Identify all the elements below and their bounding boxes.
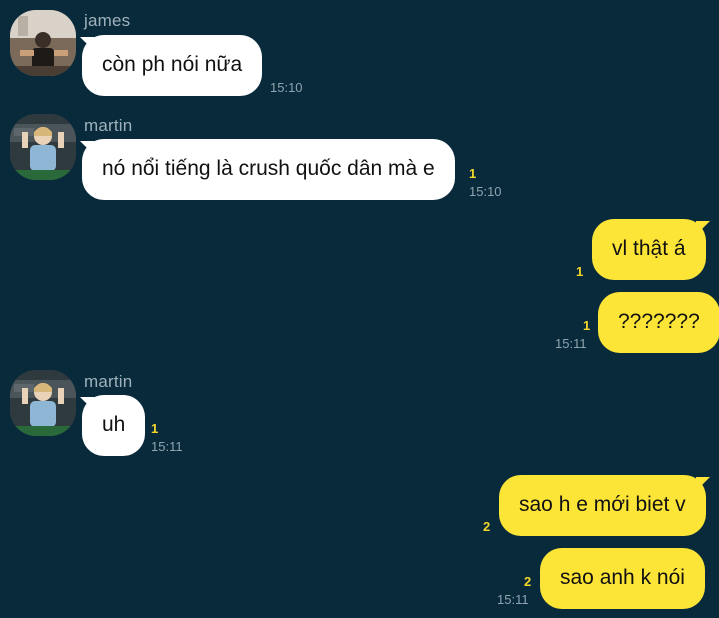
sender-name: james <box>84 11 131 30</box>
avatar-martin[interactable] <box>10 370 76 436</box>
sender-name: martin <box>84 372 133 391</box>
bubble-tail <box>696 221 710 235</box>
unread-count: 2 <box>483 519 491 534</box>
message-time: 15:11 <box>497 592 529 607</box>
unread-count: 1 <box>469 166 477 181</box>
message-bubble[interactable]: còn ph nói nữa <box>82 35 263 96</box>
unread-count: 2 <box>524 574 532 589</box>
message-time: 15:11 <box>555 336 587 351</box>
unread-count: 1 <box>151 421 159 436</box>
message-bubble[interactable]: uh <box>82 395 146 456</box>
unread-count: 1 <box>576 264 584 279</box>
chat-thread: james còn ph nói nữa 15:10 martin nó nổi… <box>0 0 719 618</box>
message-bubble[interactable]: ??????? <box>598 292 719 353</box>
message-bubble[interactable]: sao h e mới biet v <box>499 475 706 536</box>
avatar-martin[interactable] <box>10 114 76 180</box>
message-time: 15:11 <box>151 439 183 454</box>
bubble-tail <box>696 477 710 491</box>
sender-name: martin <box>84 116 133 135</box>
message-time: 15:10 <box>270 80 303 95</box>
unread-count: 1 <box>583 318 591 333</box>
message-time: 15:10 <box>469 184 502 199</box>
message-bubble[interactable]: sao anh k nói <box>540 548 705 609</box>
avatar-james[interactable] <box>10 10 76 76</box>
message-bubble[interactable]: nó nổi tiếng là crush quốc dân mà e <box>82 139 455 200</box>
message-bubble[interactable]: vl thật á <box>592 219 706 280</box>
